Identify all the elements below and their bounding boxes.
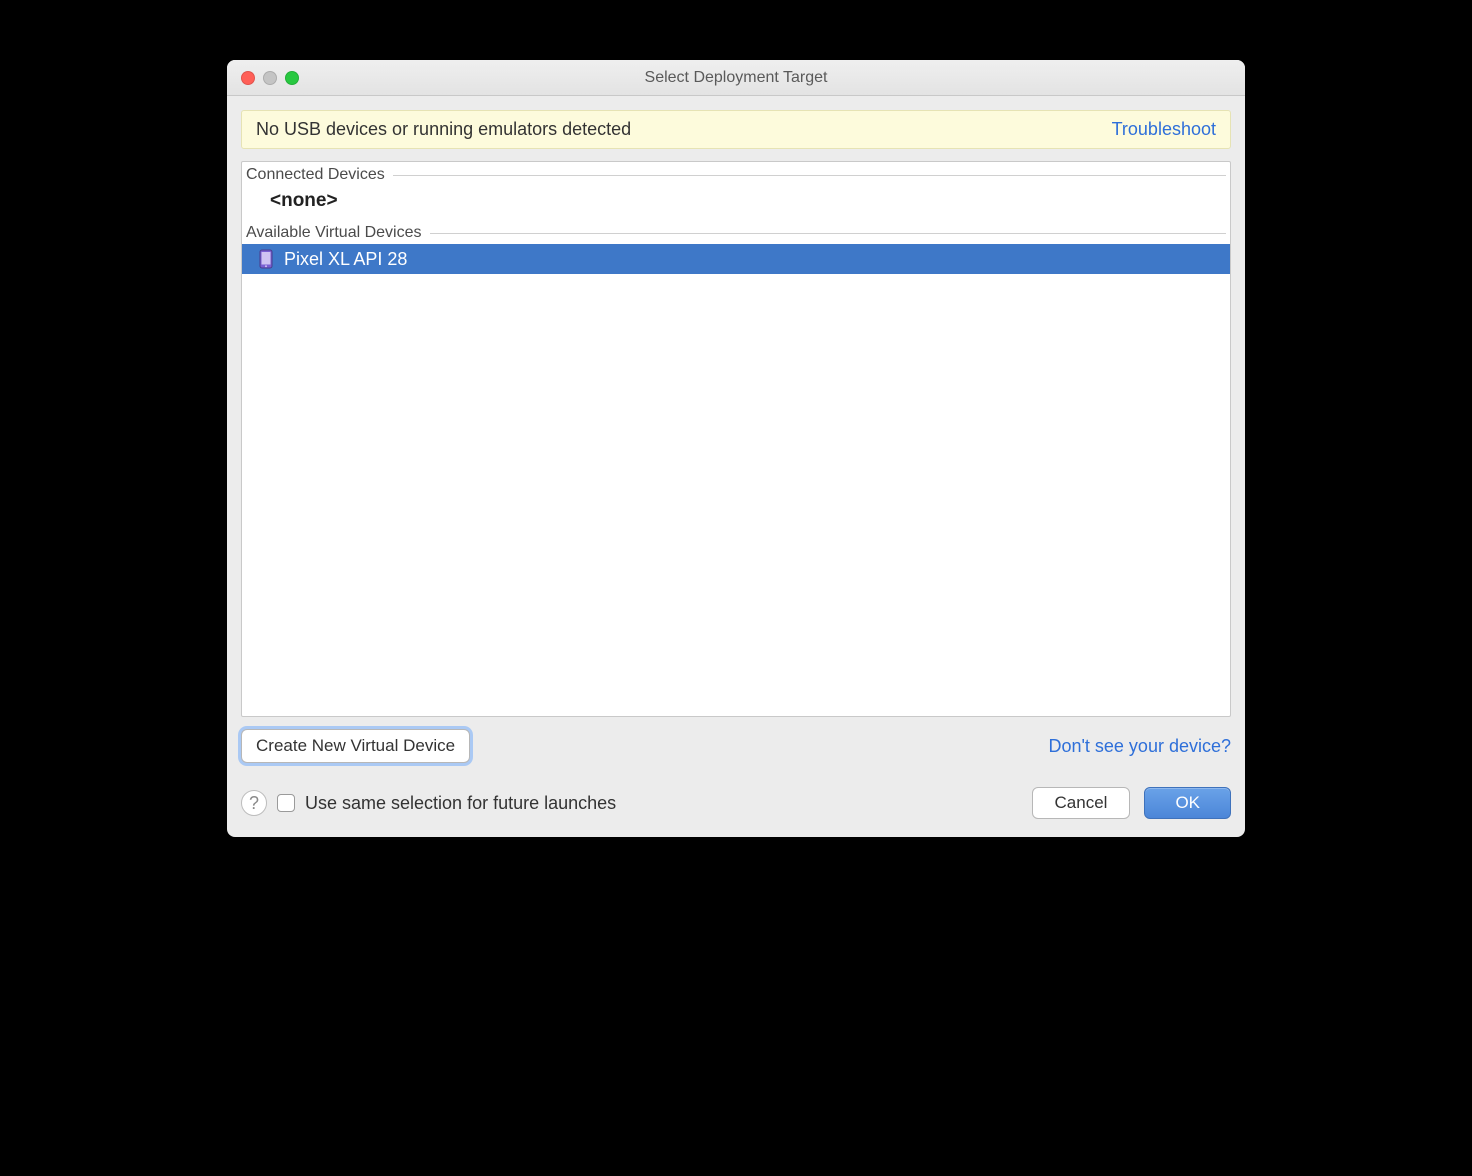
connected-devices-none: <none>	[242, 186, 1230, 220]
avd-item-selected[interactable]: Pixel XL API 28	[242, 244, 1230, 274]
cancel-button[interactable]: Cancel	[1032, 787, 1131, 819]
dialog-footer: ? Use same selection for future launches…	[241, 787, 1231, 819]
dialog-content: No USB devices or running emulators dete…	[227, 96, 1245, 837]
troubleshoot-link[interactable]: Troubleshoot	[1112, 119, 1216, 140]
footer-right: Cancel OK	[1032, 787, 1231, 819]
divider	[393, 175, 1226, 176]
available-virtual-devices-header: Available Virtual Devices	[242, 220, 1230, 244]
titlebar[interactable]: Select Deployment Target	[227, 60, 1245, 96]
dont-see-device-link[interactable]: Don't see your device?	[1048, 736, 1231, 757]
dialog-window: Select Deployment Target No USB devices …	[227, 60, 1245, 837]
panel-actions-row: Create New Virtual Device Don't see your…	[241, 729, 1231, 763]
connected-devices-label: Connected Devices	[246, 166, 385, 184]
available-virtual-devices-label: Available Virtual Devices	[246, 224, 422, 242]
window-title: Select Deployment Target	[227, 69, 1245, 87]
remember-selection-checkbox[interactable]	[277, 794, 295, 812]
help-icon[interactable]: ?	[241, 790, 267, 816]
avd-item-name: Pixel XL API 28	[284, 249, 407, 270]
device-list-panel: Connected Devices <none> Available Virtu…	[241, 161, 1231, 717]
phone-icon	[258, 248, 274, 270]
footer-left: ? Use same selection for future launches	[241, 790, 616, 816]
notice-message: No USB devices or running emulators dete…	[256, 119, 631, 140]
create-new-virtual-device-button[interactable]: Create New Virtual Device	[241, 729, 470, 763]
connected-devices-header: Connected Devices	[242, 162, 1230, 186]
notice-banner: No USB devices or running emulators dete…	[241, 110, 1231, 149]
divider	[430, 233, 1227, 234]
ok-button[interactable]: OK	[1144, 787, 1231, 819]
remember-selection-label: Use same selection for future launches	[305, 793, 616, 814]
